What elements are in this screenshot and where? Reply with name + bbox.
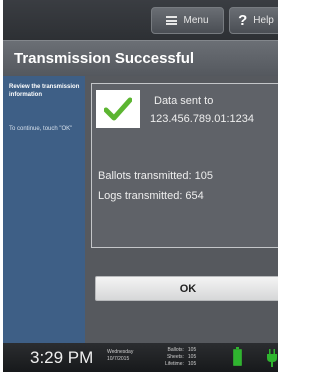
title-bar: Transmission Successful	[3, 40, 278, 76]
page-title: Transmission Successful	[14, 50, 195, 67]
logs-transmitted: Logs transmitted: 654	[98, 190, 204, 202]
voting-machine-screen: Menu ? Help Transmission Successful Revi…	[3, 0, 278, 372]
sidebar-continue-note: To continue, touch "OK"	[9, 126, 73, 132]
help-button-label: Help	[253, 15, 274, 26]
content-area: Data sent to 123.456.789.01:1234 Ballots…	[85, 76, 278, 343]
sheets-count-label: Sheets:	[166, 353, 184, 360]
sent-to-label: Data sent to	[154, 95, 214, 107]
date: 10/7/2015	[107, 355, 130, 362]
count-summary: Ballots: 105 Sheets: 105 Lifetime: 105	[165, 347, 196, 367]
lifetime-count-value: 105	[187, 360, 197, 367]
sheets-count-value: 105	[187, 353, 197, 360]
question-mark-icon: ?	[238, 12, 248, 29]
destination-address: 123.456.789.01:1234	[150, 113, 254, 125]
help-button[interactable]: ? Help	[229, 7, 278, 34]
weekday: Wednesday	[107, 349, 134, 355]
ok-button[interactable]: OK	[95, 276, 278, 301]
sidebar-instruction: Review the transmission information	[9, 84, 80, 98]
ballots-count-label: Ballots:	[167, 347, 184, 353]
plug-icon	[267, 349, 277, 367]
clock-time: 3:29 PM	[30, 348, 94, 367]
date-display: Wednesday 10/7/2015	[107, 349, 133, 363]
checkmark-icon	[96, 90, 140, 128]
battery-icon	[233, 347, 242, 366]
menu-button[interactable]: Menu	[151, 7, 224, 34]
status-bar: 3:29 PM Wednesday 10/7/2015 Ballots: 105…	[3, 343, 278, 372]
instruction-sidebar: Review the transmission information To c…	[3, 76, 85, 343]
transmission-result-card: Data sent to 123.456.789.01:1234 Ballots…	[91, 83, 278, 248]
ballots-count-value: 105	[187, 347, 197, 353]
top-toolbar: Menu ? Help	[3, 0, 278, 40]
hamburger-icon	[166, 16, 178, 25]
menu-button-label: Menu	[183, 15, 209, 26]
ok-button-label: OK	[179, 282, 197, 295]
ballots-transmitted: Ballots transmitted: 105	[98, 170, 213, 182]
lifetime-count-label: Lifetime:	[165, 360, 184, 367]
